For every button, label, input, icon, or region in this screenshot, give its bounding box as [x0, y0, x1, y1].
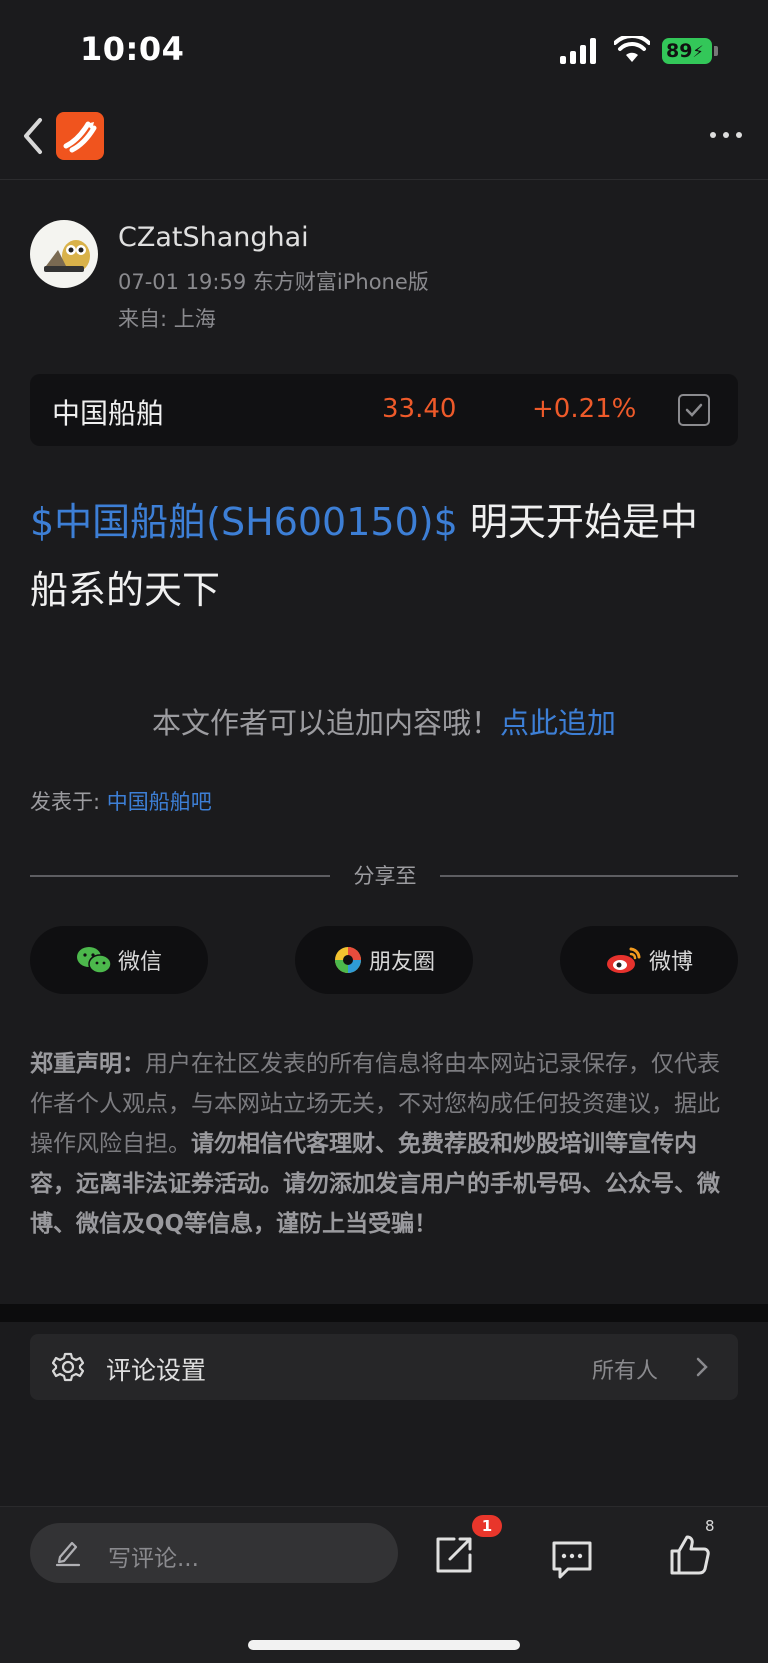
post-meta: 07-01 19:59 东方财富iPhone版: [118, 270, 429, 294]
divider: [440, 875, 738, 877]
share-moments-button[interactable]: 朋友圈: [295, 926, 473, 994]
post-body: $中国船舶(SH600150)$ 明天开始是中船系的天下: [30, 488, 730, 624]
share-icon[interactable]: [432, 1533, 476, 1577]
wifi-icon: [614, 36, 650, 62]
check-icon: [685, 403, 703, 417]
disclaimer: 郑重声明：用户在社区发表的所有信息将由本网站记录保存，仅代表作者个人观点，与本网…: [30, 1044, 742, 1244]
posted-in: 发表于: 中国船舶吧: [30, 786, 212, 816]
avatar[interactable]: [30, 220, 98, 288]
comment-input-placeholder: 写评论...: [108, 1546, 199, 1572]
battery-level: 89: [666, 40, 693, 62]
posted-in-label: 发表于:: [30, 790, 107, 814]
battery-cap: [714, 46, 718, 56]
divider: [30, 875, 330, 877]
like-thumb-icon[interactable]: [668, 1533, 712, 1577]
logo-mark-icon: [63, 121, 97, 153]
more-options-icon[interactable]: [708, 124, 744, 144]
comment-icon[interactable]: [550, 1537, 594, 1581]
append-text: 本文作者可以追加内容哦！: [151, 706, 500, 740]
author-name[interactable]: CZatShanghai: [118, 222, 309, 253]
section-separator: [0, 1304, 768, 1322]
gear-icon: [52, 1352, 84, 1382]
stock-tag-link[interactable]: $中国船舶(SH600150)$: [30, 500, 458, 544]
weibo-icon: [606, 947, 641, 973]
board-link[interactable]: 中国船舶吧: [107, 790, 212, 814]
comment-settings-label: 评论设置: [106, 1356, 207, 1385]
wechat-icon: [76, 947, 112, 974]
share-wechat-label: 微信: [117, 950, 162, 975]
watchlist-checkbox-icon[interactable]: [678, 394, 710, 426]
append-link[interactable]: 点此追加: [500, 706, 616, 740]
comment-settings-value: 所有人: [592, 1359, 659, 1384]
signal-icon: [560, 38, 600, 64]
comment-input[interactable]: 写评论...: [30, 1523, 398, 1583]
battery-indicator: 89⚡: [662, 38, 712, 64]
nav-bar: [0, 100, 768, 180]
stock-name: 中国船舶: [52, 397, 165, 430]
pencil-icon: [55, 1541, 81, 1567]
avatar-owl-icon: [44, 240, 90, 272]
share-label: 分享至: [353, 864, 417, 888]
post-location: 来自: 上海: [118, 307, 216, 331]
home-indicator: [248, 1640, 520, 1650]
stock-change: +0.21%: [532, 394, 637, 424]
status-time: 10:04: [80, 30, 185, 68]
chevron-right-icon: [696, 1357, 708, 1377]
moments-icon: [334, 947, 361, 973]
comment-settings-row[interactable]: 评论设置 所有人: [30, 1334, 738, 1400]
append-prompt: 本文作者可以追加内容哦！点此追加: [0, 700, 768, 742]
stock-price: 33.40: [382, 394, 457, 424]
share-weibo-label: 微博: [648, 950, 693, 975]
like-count: 8: [705, 1517, 715, 1535]
share-badge: 1: [472, 1515, 502, 1537]
eastmoney-logo-icon[interactable]: [56, 112, 104, 160]
back-chevron-icon[interactable]: [18, 116, 48, 156]
share-weibo-button[interactable]: 微博: [560, 926, 738, 994]
share-moments-label: 朋友圈: [368, 950, 435, 975]
status-bar: 10:04 89⚡: [0, 0, 768, 100]
stock-card[interactable]: 中国船舶 33.40 +0.21%: [30, 374, 738, 446]
share-wechat-button[interactable]: 微信: [30, 926, 208, 994]
disclaimer-title: 郑重声明：: [30, 1051, 145, 1077]
